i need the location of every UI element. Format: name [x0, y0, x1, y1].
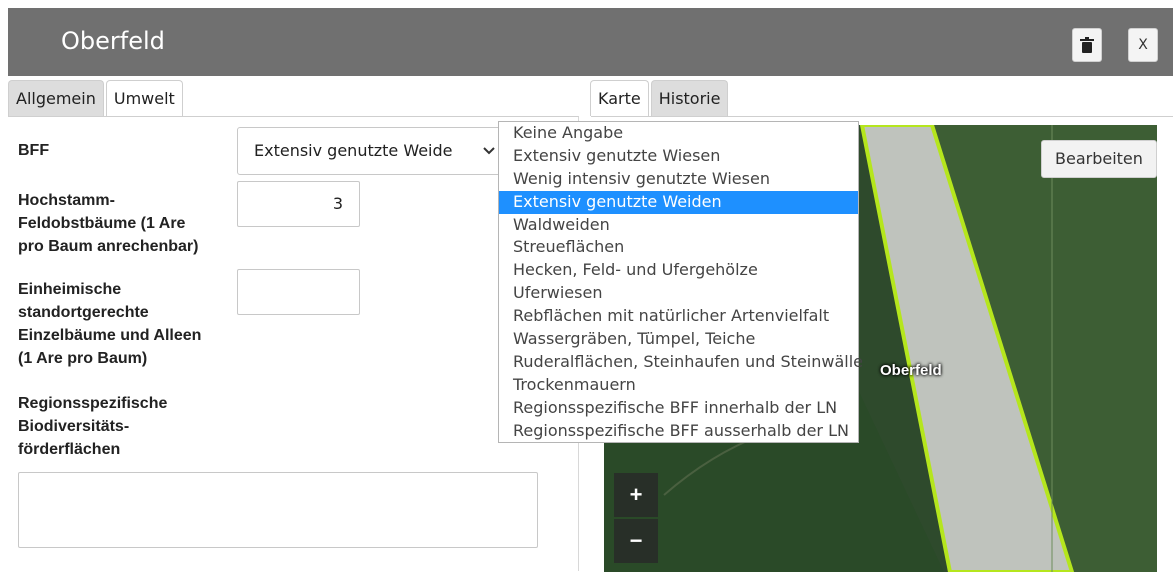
left-tab-bar: Allgemein Umwelt — [8, 80, 183, 116]
dropdown-option[interactable]: Wenig intensiv genutzte Wiesen — [499, 168, 858, 191]
dropdown-option[interactable]: Extensiv genutzte Weiden — [499, 190, 858, 214]
regions-label-line-2: Biodiversitäts- — [18, 418, 130, 435]
regions-label: Regionsspezifische Biodiversitäts- förde… — [18, 392, 167, 461]
window-title: Oberfeld — [61, 27, 165, 55]
dropdown-option[interactable]: Waldweiden — [499, 214, 858, 237]
dropdown-option[interactable]: Hecken, Feld- und Ufergehölze — [499, 259, 858, 282]
dropdown-option[interactable]: Streueflächen — [499, 236, 858, 259]
umwelt-form: BFF Extensiv genutzte Weide Hochstamm- F… — [8, 116, 579, 571]
dropdown-option[interactable]: Regionsspezifische BFF ausserhalb der LN — [499, 420, 858, 443]
tab-allgemein[interactable]: Allgemein — [8, 80, 104, 116]
einheimisch-label-line-2: standortgerechte — [18, 304, 149, 321]
tab-umwelt[interactable]: Umwelt — [105, 80, 183, 116]
parcel-label: Oberfeld — [880, 362, 942, 379]
dropdown-option[interactable]: Uferwiesen — [499, 282, 858, 305]
einheimisch-label: Einheimische standortgerechte Einzelbäum… — [18, 278, 201, 370]
hochstamm-label-line-1: Hochstamm- — [18, 192, 115, 209]
tab-historie[interactable]: Historie — [650, 80, 729, 116]
window-header: Oberfeld X — [8, 8, 1173, 76]
hochstamm-label-line-2: Feldobstbäume (1 Are — [18, 215, 186, 232]
hochstamm-input[interactable]: 3 — [237, 181, 360, 227]
hochstamm-label-line-3: pro Baum anrechenbar) — [18, 238, 199, 255]
einheimisch-label-line-1: Einheimische — [18, 281, 122, 298]
einheimisch-input[interactable] — [237, 269, 360, 315]
hochstamm-label: Hochstamm- Feldobstbäume (1 Are pro Baum… — [18, 189, 198, 258]
chevron-down-icon — [482, 128, 496, 192]
regions-label-line-3: förderflächen — [18, 441, 121, 458]
close-button[interactable]: X — [1128, 28, 1158, 62]
tab-karte[interactable]: Karte — [590, 80, 649, 116]
dropdown-option[interactable]: Rebflächen mit natürlicher Artenvielfalt — [499, 305, 858, 328]
dropdown-option[interactable]: Wassergräben, Tümpel, Teiche — [499, 328, 858, 351]
zoom-out-button[interactable]: − — [614, 519, 658, 563]
dropdown-option[interactable]: Ruderalflächen, Steinhaufen und Steinwäl… — [499, 351, 863, 374]
delete-button[interactable] — [1072, 28, 1102, 62]
einheimisch-label-line-3: Einzelbäume und Alleen — [18, 327, 202, 344]
bff-select-value: Extensiv genutzte Weide — [254, 141, 453, 160]
dropdown-option[interactable]: Extensiv genutzte Wiesen — [499, 145, 858, 168]
regions-textarea[interactable] — [18, 472, 538, 548]
right-tab-bar: Karte Historie — [590, 80, 729, 116]
dropdown-option[interactable]: Keine Angabe — [499, 122, 858, 145]
edit-button[interactable]: Bearbeiten — [1041, 140, 1157, 178]
einheimisch-label-line-4: (1 Are pro Baum) — [18, 350, 148, 367]
dropdown-option[interactable]: Trockenmauern — [499, 374, 858, 397]
dropdown-option[interactable]: Regionsspezifische BFF innerhalb der LN — [499, 397, 858, 420]
trash-icon — [1080, 37, 1094, 53]
regions-label-line-1: Regionsspezifische — [18, 395, 168, 412]
bff-label: BFF — [18, 142, 50, 159]
zoom-in-button[interactable]: + — [614, 473, 658, 517]
bff-dropdown-list: Keine Angabe Extensiv genutzte Wiesen Weni… — [498, 121, 863, 443]
bff-select[interactable]: Extensiv genutzte Weide — [237, 127, 505, 175]
